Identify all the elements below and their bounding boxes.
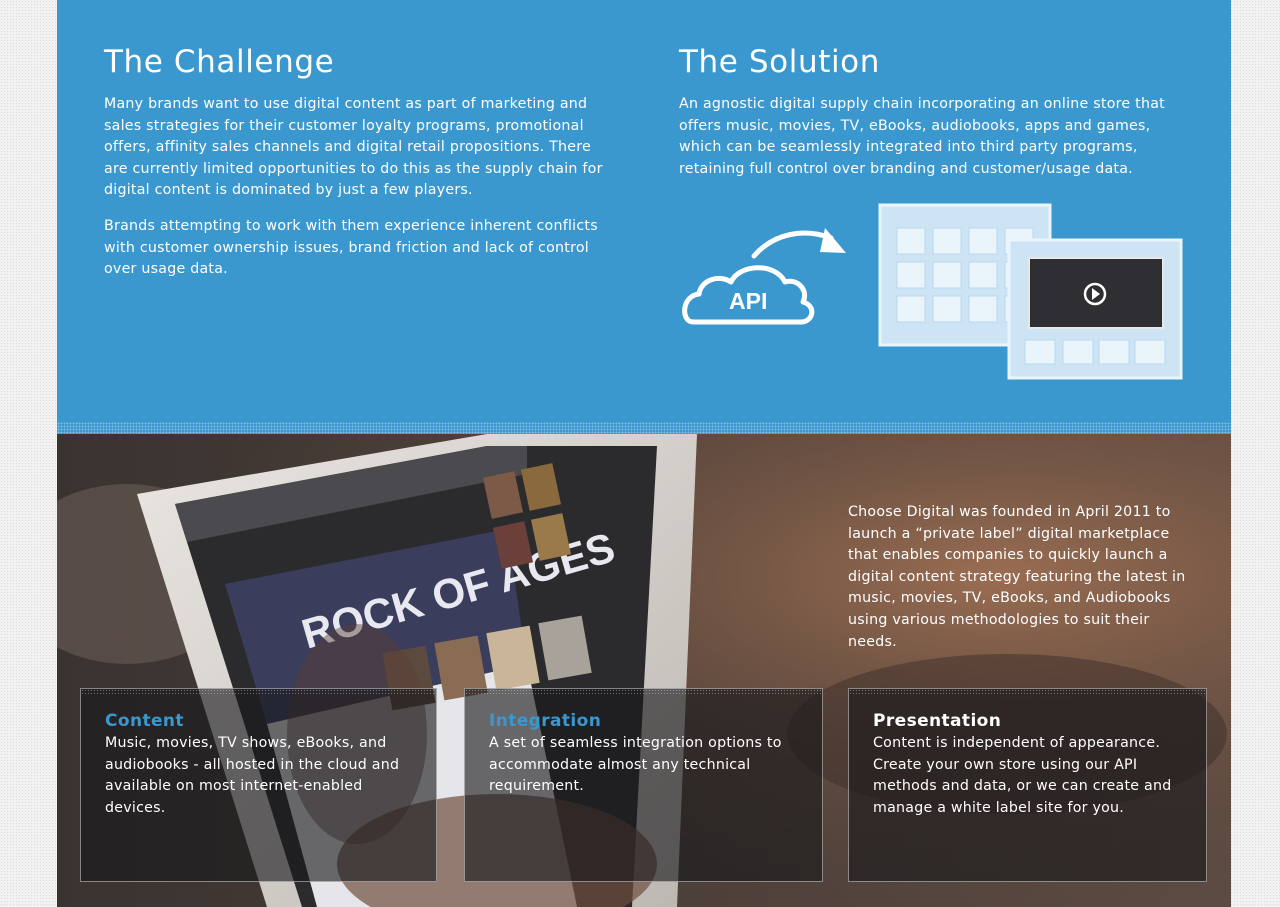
presentation-card-text: Content is independent of appearance. Cr… — [873, 735, 1172, 816]
solution-title: The Solution — [679, 44, 880, 80]
api-illustration: API — [679, 198, 1189, 388]
integration-card-title: Integration — [489, 711, 602, 731]
challenge-paragraph-1: Many brands want to use digital content … — [104, 96, 603, 199]
arrow-icon — [751, 228, 846, 259]
video-screen-icon — [1007, 238, 1183, 380]
page: The Challenge Many brands want to use di… — [57, 0, 1231, 907]
presentation-card: Presentation Content is independent of a… — [848, 688, 1207, 882]
section-divider — [57, 422, 1231, 434]
challenge-title: The Challenge — [104, 44, 335, 80]
cloud-icon: API — [682, 265, 815, 325]
challenge-column: The Challenge Many brands want to use di… — [104, 44, 614, 295]
company-intro: Choose Digital was founded in April 2011… — [848, 504, 1186, 650]
presentation-card-title: Presentation — [873, 711, 1002, 731]
content-card-text: Music, movies, TV shows, eBooks, and aud… — [105, 735, 400, 816]
about-section: ROCK OF AGES Choose Digital was founded … — [57, 434, 1231, 907]
challenge-paragraph-2: Brands attempting to work with them expe… — [104, 217, 598, 278]
challenge-solution-section: The Challenge Many brands want to use di… — [57, 0, 1231, 432]
solution-column: The Solution An agnostic digital supply … — [679, 44, 1189, 194]
integration-card-text: A set of seamless integration options to… — [489, 735, 782, 795]
api-label: API — [729, 288, 767, 314]
content-card: Content Music, movies, TV shows, eBooks,… — [80, 688, 437, 882]
integration-card: Integration A set of seamless integratio… — [464, 688, 823, 882]
solution-paragraph: An agnostic digital supply chain incorpo… — [679, 96, 1165, 177]
content-card-title: Content — [105, 711, 184, 731]
